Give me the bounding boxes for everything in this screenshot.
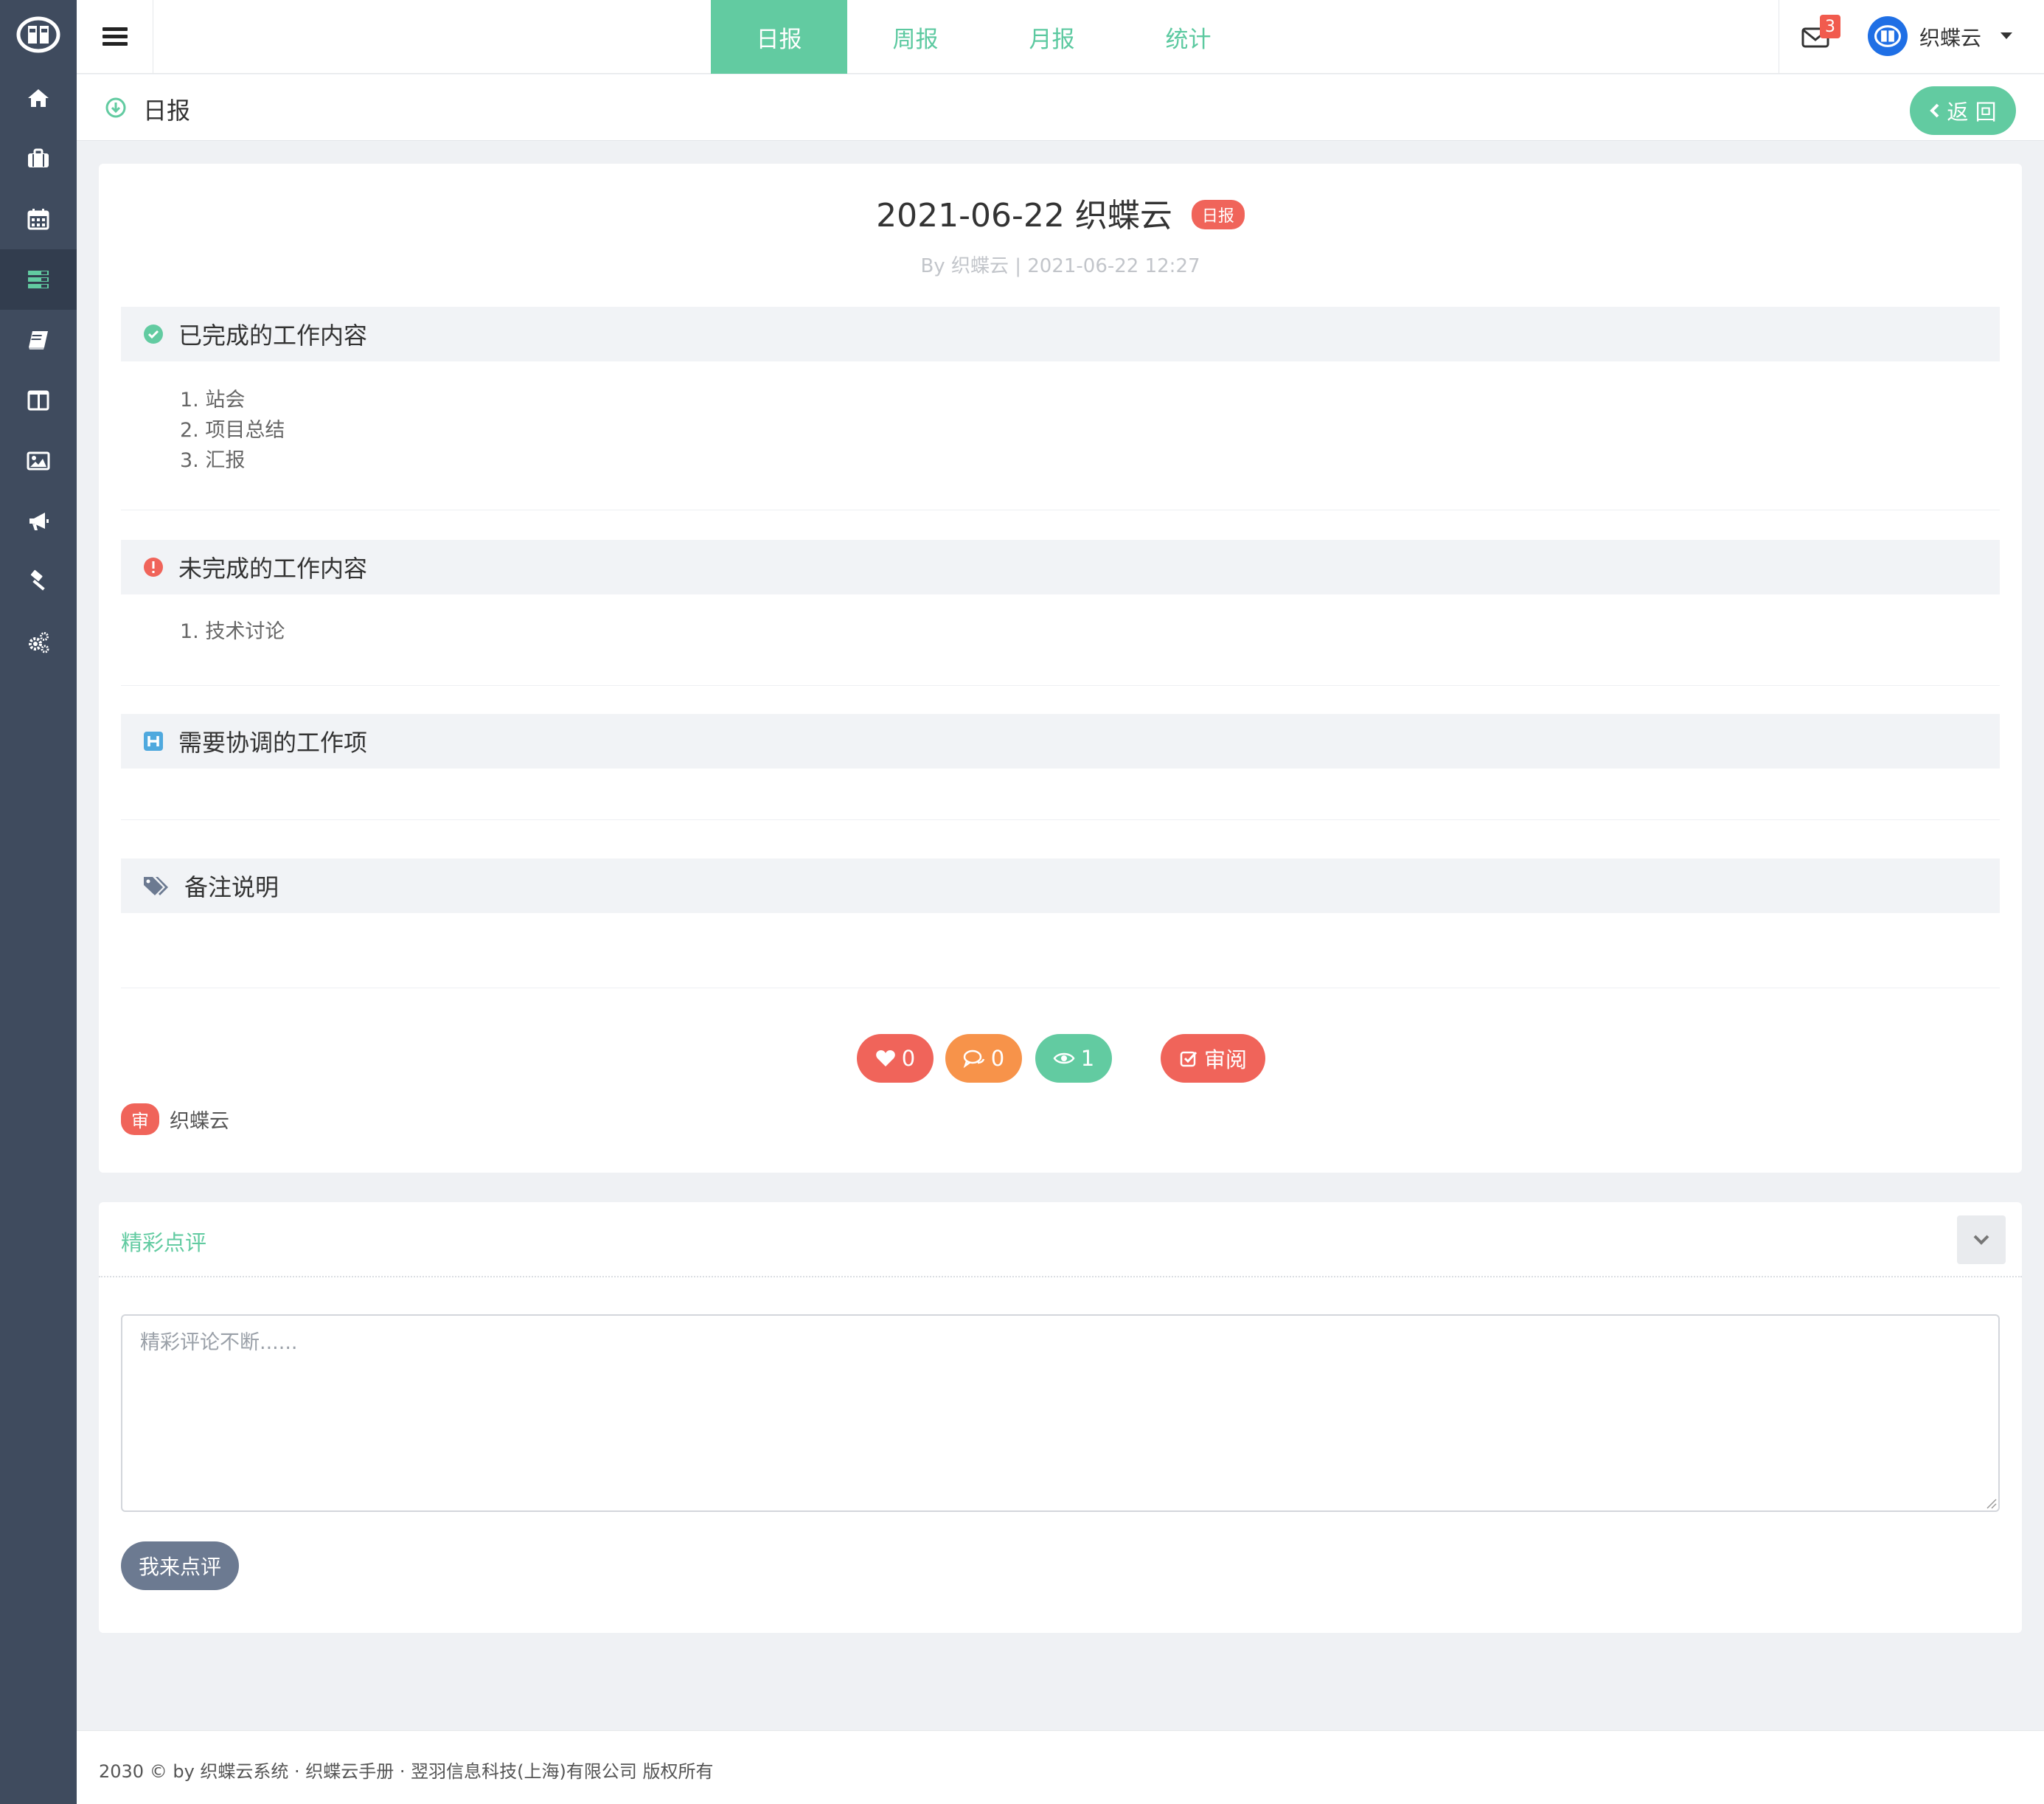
comment-card-header: 精彩点评: [99, 1202, 2022, 1277]
comments-icon: [963, 1050, 984, 1068]
tab-monthly[interactable]: 月报: [984, 0, 1120, 74]
back-button-label: 返 回: [1947, 100, 1997, 125]
check-square-icon: [1180, 1051, 1197, 1067]
chevron-down-icon: [1973, 1235, 1989, 1245]
list-item: 1. 站会: [180, 389, 246, 412]
sidebar-item-settings[interactable]: [0, 612, 77, 673]
mail-count-badge: 3: [1820, 15, 1840, 38]
comment-textarea[interactable]: [121, 1314, 2000, 1512]
top-navbar: 日报 周报 月报 统计 3 织蝶云: [77, 0, 2044, 74]
hamburger-icon: [102, 27, 128, 46]
sidebar: [0, 0, 77, 1804]
submit-comment-button[interactable]: 我来点评: [121, 1541, 239, 1590]
comment-count-button[interactable]: 0: [945, 1034, 1022, 1083]
eye-icon: [1053, 1052, 1075, 1064]
sidebar-item-book[interactable]: [0, 310, 77, 370]
comment-card-title: 精彩点评: [121, 1230, 207, 1255]
review-button-label: 审阅: [1203, 1047, 1247, 1072]
report-type-tabs: 日报 周报 月报 统计: [711, 0, 1256, 74]
calendar-icon: [27, 209, 49, 230]
home-icon: [28, 89, 49, 107]
report-meta: By 织蝶云 | 2021-06-22 12:27: [920, 255, 1200, 277]
comment-count: 0: [990, 1046, 1005, 1071]
briefcase-icon: [28, 148, 49, 167]
h-square-icon: [142, 729, 165, 753]
section-title: 未完成的工作内容: [178, 555, 368, 583]
menu-toggle-button[interactable]: [77, 0, 153, 74]
reviewer-name: 织蝶云: [170, 1110, 229, 1133]
section-completed-body: 1. 站会 2. 项目总结 3. 汇报: [121, 385, 2000, 510]
book-icon: [29, 331, 48, 350]
report-actions: 0 0 1 审阅: [99, 1034, 2022, 1083]
section-title: 已完成的工作内容: [178, 322, 368, 350]
report-title: 2021-06-22 织蝶云 日报: [99, 189, 2022, 236]
view-count-button[interactable]: 1: [1035, 1034, 1112, 1083]
page-title: 日报: [143, 97, 191, 125]
reviewer-badge: 审: [121, 1103, 159, 1135]
user-area: 3 织蝶云: [1779, 0, 2044, 74]
sidebar-item-reports[interactable]: [0, 249, 77, 310]
report-type-tag: 日报: [1191, 200, 1245, 229]
report-title-text: 2021-06-22 织蝶云: [876, 197, 1172, 235]
section-uncompleted-body: 1. 技术讨论: [121, 617, 2000, 686]
app-logo-icon[interactable]: [16, 16, 60, 53]
section-title: 需要协调的工作项: [178, 729, 368, 757]
section-notes-header: 备注说明: [121, 858, 2000, 913]
report-list-icon: [28, 271, 49, 288]
exclamation-circle-icon: [142, 555, 165, 579]
reviewer-info: 审 织蝶云: [121, 1103, 229, 1135]
section-completed-header: 已完成的工作内容: [121, 307, 2000, 361]
bullhorn-icon: [29, 513, 49, 530]
section-coordination-header: 需要协调的工作项: [121, 714, 2000, 769]
section-coordination-body: [121, 769, 2000, 820]
tab-weekly[interactable]: 周报: [847, 0, 984, 74]
cogs-icon: [29, 632, 49, 653]
like-count: 0: [901, 1046, 916, 1071]
tab-statistics[interactable]: 统计: [1120, 0, 1256, 74]
image-icon: [27, 451, 50, 471]
user-name[interactable]: 织蝶云: [1919, 22, 1981, 52]
caret-down-icon[interactable]: [2000, 32, 2012, 39]
sidebar-item-home[interactable]: [0, 68, 77, 128]
view-count: 1: [1080, 1046, 1095, 1071]
sidebar-item-briefcase[interactable]: [0, 128, 77, 189]
resize-grip-icon[interactable]: [1984, 1496, 1997, 1509]
section-title: 备注说明: [184, 873, 279, 901]
tags-icon: [142, 874, 171, 898]
chevron-left-icon: [1930, 103, 1939, 118]
sidebar-item-images[interactable]: [0, 431, 77, 491]
heart-icon: [875, 1050, 895, 1066]
review-button[interactable]: 审阅: [1161, 1034, 1265, 1083]
avatar-logo-icon: [1874, 25, 1902, 47]
check-circle-icon: [142, 322, 165, 346]
tab-daily[interactable]: 日报: [711, 0, 847, 74]
list-item: 2. 项目总结: [180, 419, 285, 442]
comment-card: 精彩点评 我来点评: [99, 1202, 2022, 1633]
gavel-icon: [30, 569, 45, 591]
back-button[interactable]: 返 回: [1910, 86, 2016, 135]
list-item: 1. 技术讨论: [180, 620, 285, 643]
like-button[interactable]: 0: [857, 1034, 934, 1083]
footer-copyright: 2030 © by 织蝶云系统 · 织蝶云手册 · 翌羽信息科技(上海)有限公司…: [99, 1761, 714, 1782]
section-notes-body: [121, 913, 2000, 988]
sidebar-item-calendar[interactable]: [0, 189, 77, 249]
sidebar-item-columns[interactable]: [0, 370, 77, 431]
sidebar-item-announcements[interactable]: [0, 491, 77, 552]
breadcrumb: 日报 返 回: [77, 74, 2044, 141]
collapse-button[interactable]: [1957, 1215, 2006, 1264]
avatar[interactable]: [1868, 16, 1908, 56]
list-item: 3. 汇报: [180, 449, 246, 472]
report-card: 2021-06-22 织蝶云 日报 By 织蝶云 | 2021-06-22 12:…: [99, 164, 2022, 1173]
footer: 2030 © by 织蝶云系统 · 织蝶云手册 · 翌羽信息科技(上海)有限公司…: [77, 1730, 2044, 1804]
sidebar-item-tools[interactable]: [0, 552, 77, 612]
columns-icon: [27, 390, 49, 411]
section-uncompleted-header: 未完成的工作内容: [121, 540, 2000, 594]
circle-arrow-down-icon: [105, 97, 126, 118]
